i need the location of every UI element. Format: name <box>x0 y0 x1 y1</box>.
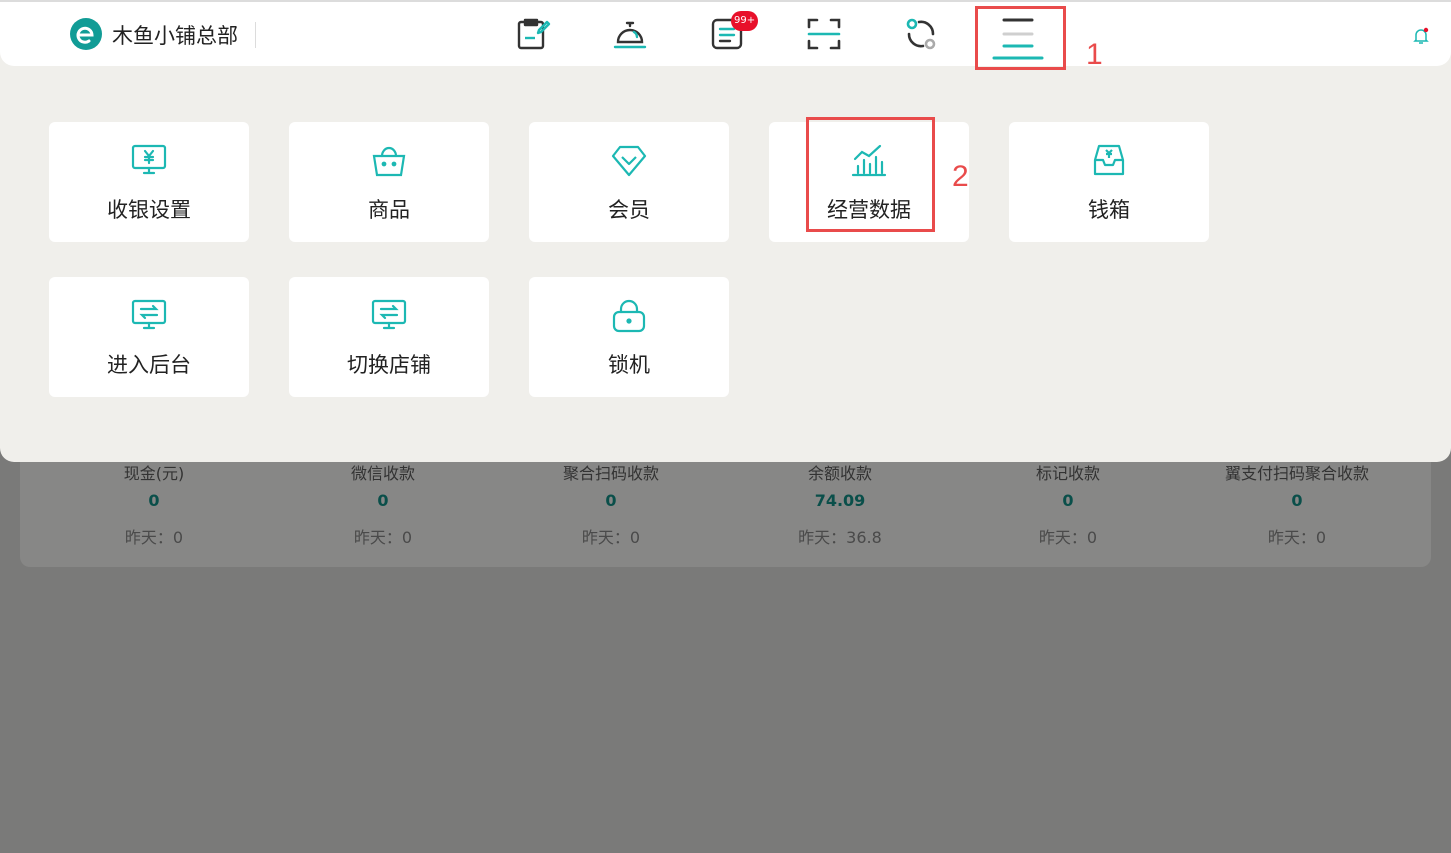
annotation-number-2: 2 <box>952 160 969 193</box>
tile-lock-screen[interactable]: 锁机 <box>529 277 729 397</box>
annotation-box-1 <box>975 6 1066 70</box>
stat-value: 74.09 <box>814 491 866 510</box>
stat-yesterday: 昨天：0 <box>581 528 641 547</box>
shopping-basket-icon <box>372 146 406 177</box>
stat-yesterday: 昨天：0 <box>1038 528 1098 547</box>
stat-yesterday: 昨天：36.8 <box>798 528 882 547</box>
exchange-icon[interactable] <box>903 16 939 52</box>
tile-label: 会员 <box>608 198 650 222</box>
edit-note-icon[interactable] <box>515 16 551 52</box>
stat-value: 0 <box>605 491 617 510</box>
stat-yesterday: 昨天：0 <box>1267 528 1327 547</box>
notification-badge: 99+ <box>731 11 759 31</box>
store-logo-icon <box>70 18 102 50</box>
bell-icon[interactable] <box>1411 26 1431 46</box>
cash-box-icon <box>1093 144 1125 176</box>
stat-label: 微信收款 <box>350 464 415 483</box>
tile-cash-box[interactable]: 钱箱 <box>1009 122 1209 242</box>
store-name[interactable]: 木鱼小铺总部 <box>112 20 238 50</box>
cashier-monitor-icon <box>131 144 167 175</box>
tile-products[interactable]: 商品 <box>289 122 489 242</box>
top-navbar: 木鱼小铺总部 99+ <box>0 2 1451 66</box>
scan-icon[interactable] <box>806 16 842 52</box>
tile-members[interactable]: 会员 <box>529 122 729 242</box>
dropdown-menu-panel: 木鱼小铺总部 99+ 1 收银设置 商品 会员 经营数据 钱箱 进入后台 切换店… <box>0 2 1451 462</box>
stat-yesterday: 昨天：0 <box>353 528 413 547</box>
lock-icon <box>612 299 646 333</box>
stat-value: 0 <box>148 491 160 510</box>
service-bell-icon[interactable] <box>612 16 648 52</box>
tile-label: 切换店铺 <box>347 353 431 377</box>
tile-label: 钱箱 <box>1088 198 1130 222</box>
stat-value: 0 <box>1062 491 1074 510</box>
stat-label: 标记收款 <box>1035 464 1100 483</box>
stat-label: 聚合扫码收款 <box>562 464 659 483</box>
tile-label: 进入后台 <box>107 353 191 377</box>
tile-label: 锁机 <box>608 353 650 377</box>
stat-yesterday: 昨天：0 <box>124 528 184 547</box>
stat-label: 余额收款 <box>807 464 872 483</box>
stat-label: 翼支付扫码聚合收款 <box>1224 464 1369 483</box>
tile-enter-backend[interactable]: 进入后台 <box>49 277 249 397</box>
annotation-box-2 <box>806 117 935 232</box>
stat-value: 0 <box>377 491 389 510</box>
header-divider <box>255 22 256 48</box>
switch-store-icon <box>371 299 407 330</box>
tile-label: 收银设置 <box>107 198 191 222</box>
annotation-number-1: 1 <box>1086 38 1103 71</box>
stat-label: 现金(元) <box>123 464 185 483</box>
tile-label: 商品 <box>368 198 410 222</box>
diamond-icon <box>611 145 647 177</box>
tile-cashier-settings[interactable]: 收银设置 <box>49 122 249 242</box>
tile-switch-store[interactable]: 切换店铺 <box>289 277 489 397</box>
backend-monitor-icon <box>131 299 167 330</box>
stat-value: 0 <box>1291 491 1303 510</box>
